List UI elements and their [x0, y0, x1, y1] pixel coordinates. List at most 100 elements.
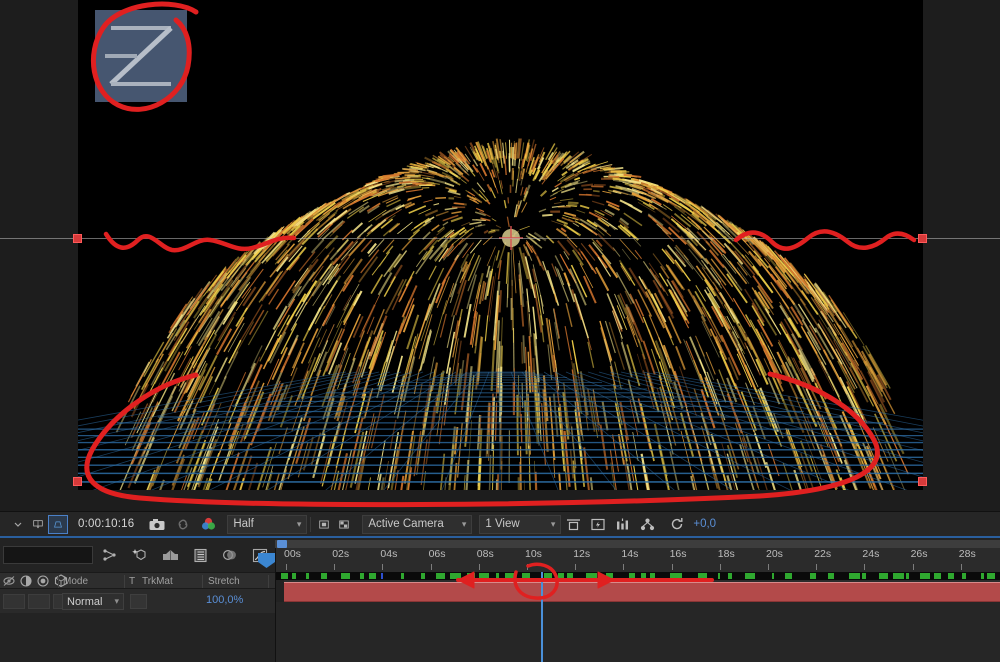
ruler-tick — [382, 564, 384, 570]
ruler-tick — [864, 564, 866, 570]
track-matte-box[interactable] — [130, 594, 147, 609]
cache-indicator-bar — [276, 572, 1000, 580]
column-header-stretch[interactable]: Stretch — [208, 576, 240, 587]
track-area[interactable] — [275, 572, 1000, 662]
pixel-aspect-correction-icon[interactable] — [561, 511, 586, 538]
column-header-trkmat[interactable]: TrkMat — [142, 576, 173, 587]
comp-handle-right[interactable] — [918, 234, 927, 243]
ruler-tick — [816, 564, 818, 570]
exposure-value[interactable]: +0,0 — [689, 518, 716, 530]
column-divider — [202, 575, 203, 588]
cache-segment — [320, 573, 327, 579]
timeline-toggle-icons[interactable] — [100, 544, 270, 566]
cache-segment — [934, 573, 942, 579]
cache-segment — [641, 573, 646, 579]
cache-segment — [649, 573, 655, 579]
layer-row[interactable]: Normal ▾ 100,0% — [0, 589, 275, 613]
chevron-down-icon: ▾ — [550, 518, 556, 529]
resolution-dropdown[interactable]: Half ▾ — [227, 514, 308, 534]
auto-keyframe-icon[interactable] — [130, 544, 150, 566]
comp-handle-bottom-left[interactable] — [73, 477, 82, 486]
cache-segment — [745, 573, 755, 579]
column-header-t[interactable]: T — [129, 576, 135, 587]
fast-previews-icon[interactable] — [586, 511, 610, 538]
ruler-tick — [286, 564, 287, 570]
playhead-line — [541, 572, 543, 662]
cache-segment — [728, 573, 733, 579]
cache-segment — [291, 573, 297, 579]
layer-switch-box-2[interactable] — [28, 593, 50, 609]
ruler-label: 00s — [284, 548, 301, 560]
ruler-tick — [478, 564, 480, 570]
cache-segment — [368, 573, 377, 579]
region-of-interest-icon[interactable] — [314, 515, 334, 534]
frame-blend-icon — [20, 574, 32, 587]
reset-exposure-icon[interactable] — [660, 511, 689, 538]
search-input[interactable] — [3, 546, 93, 564]
column-divider — [124, 575, 125, 588]
toolbar-divider — [310, 516, 312, 532]
cache-segment — [606, 573, 614, 579]
draft-3d-icon[interactable] — [48, 514, 68, 534]
cache-segment — [479, 573, 489, 579]
transparency-grid-icon[interactable] — [334, 515, 354, 534]
resolution-value: Half — [233, 518, 254, 530]
ruler-tick — [334, 564, 336, 570]
timeline-scrollbar-thumb[interactable] — [277, 540, 287, 548]
composition-stage[interactable] — [78, 0, 923, 490]
cache-segment — [567, 573, 574, 579]
current-timecode[interactable]: 0:00:10:16 — [68, 518, 144, 530]
composition-viewer[interactable] — [0, 0, 1000, 511]
cache-segment — [670, 573, 682, 579]
stretch-value[interactable]: 100,0% — [206, 594, 243, 606]
layer-switch-box-1[interactable] — [3, 593, 25, 609]
column-header-mode[interactable]: Mode — [63, 576, 88, 587]
chevron-down-icon: ▾ — [114, 596, 119, 606]
blend-mode-dropdown[interactable]: Normal ▾ — [62, 593, 124, 610]
view-layout-dropdown[interactable]: 1 View ▾ — [479, 514, 562, 534]
show-snapshot-icon[interactable] — [170, 511, 196, 538]
renderer-icon[interactable] — [635, 511, 660, 538]
ruler-tick — [575, 564, 577, 570]
cache-segment — [421, 573, 426, 579]
motion-blur-icon[interactable] — [220, 544, 240, 566]
ruler-label: 12s — [573, 548, 591, 560]
ruler-label: 18s — [717, 548, 735, 560]
layer-duration-bar[interactable] — [284, 582, 1000, 602]
cache-segment — [919, 573, 930, 579]
comp-handle-bottom-right[interactable] — [918, 477, 927, 486]
track-empty-area[interactable] — [276, 602, 1000, 662]
watermark-logo — [95, 10, 187, 102]
ruler-label: 14s — [621, 548, 639, 560]
viewer-toolbar[interactable]: 0:00:10:16 Half ▾ Active Camera ▾ 1 View… — [0, 511, 1000, 538]
frame-blending-icon[interactable] — [190, 544, 210, 566]
comp-handle-left[interactable] — [73, 234, 82, 243]
cache-segment — [467, 573, 475, 579]
always-preview-icon[interactable] — [28, 515, 48, 534]
camera-view-dropdown[interactable]: Active Camera ▾ — [362, 514, 473, 534]
ruler-label: 24s — [862, 548, 880, 560]
chevron-down-icon[interactable] — [8, 511, 28, 538]
ruler-label: 22s — [814, 548, 832, 560]
cache-segment — [496, 573, 500, 579]
ruler-label: 02s — [332, 548, 350, 560]
viewer-bottom-margin — [0, 490, 1000, 511]
timeline-scrollbar[interactable] — [275, 540, 1000, 548]
channels-icon[interactable] — [196, 511, 221, 538]
solo-switches-icon[interactable] — [160, 544, 180, 566]
cache-segment — [341, 573, 350, 579]
ruler-label: 10s — [525, 548, 542, 560]
cache-segment — [947, 573, 955, 579]
camera-icon[interactable] — [144, 511, 170, 538]
cache-segment — [628, 573, 636, 579]
cache-segment — [400, 573, 405, 579]
ruler-label: 04s — [380, 548, 398, 560]
timeline-graph-icon[interactable] — [610, 511, 635, 538]
parent-link-icon[interactable] — [100, 544, 120, 566]
ruler-label: 20s — [766, 548, 783, 560]
timeline-panel[interactable]: Mode T TrkMat Stretch Normal ▾ 100,0% 00… — [0, 540, 1000, 662]
viewer-left-margin — [0, 0, 78, 511]
cache-segment — [380, 573, 384, 579]
ruler-tick — [768, 564, 769, 570]
motion-blur-icon — [37, 574, 49, 587]
